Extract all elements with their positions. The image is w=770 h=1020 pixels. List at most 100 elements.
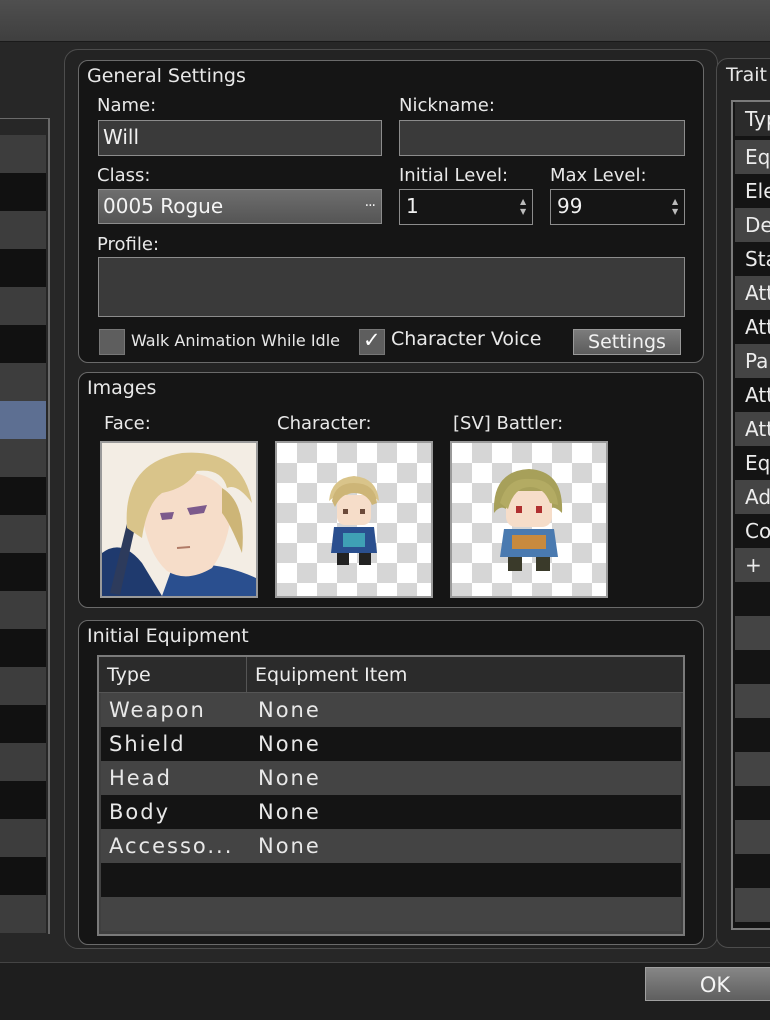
- trait-row[interactable]: [735, 650, 770, 684]
- name-field[interactable]: Will: [98, 120, 382, 156]
- traits-table[interactable]: Typ Eq Ele De Sta Att Att Pa Att Att Eq …: [731, 100, 770, 930]
- actor-list-row[interactable]: [0, 667, 46, 705]
- initial-equipment-title: Initial Equipment: [87, 625, 249, 647]
- actor-list-row[interactable]: [0, 173, 46, 211]
- trait-row[interactable]: Eq: [735, 140, 770, 174]
- equipment-type-cell: Accesso...: [109, 834, 234, 858]
- column-header-equipment-item[interactable]: Equipment Item: [247, 657, 407, 693]
- window-title-bar: [0, 0, 770, 42]
- trait-row[interactable]: [735, 684, 770, 718]
- trait-row[interactable]: De: [735, 208, 770, 242]
- trait-row[interactable]: Att: [735, 276, 770, 310]
- actor-list-row-selected[interactable]: [0, 401, 46, 439]
- class-label: Class:: [97, 165, 151, 186]
- column-header-type[interactable]: Typ: [735, 102, 770, 136]
- actor-list-row[interactable]: [0, 135, 46, 173]
- more-options-icon[interactable]: ···: [365, 190, 376, 222]
- table-row[interactable]: [101, 863, 681, 897]
- actor-list-row[interactable]: [0, 857, 46, 895]
- initial-level-stepper[interactable]: 1 ▲ ▼: [399, 189, 533, 225]
- battler-image[interactable]: [450, 441, 608, 598]
- stepper-arrows-icon[interactable]: ▲ ▼: [520, 197, 528, 217]
- trait-row[interactable]: [735, 854, 770, 888]
- trait-row[interactable]: Ele: [735, 174, 770, 208]
- trait-row[interactable]: Eq: [735, 446, 770, 480]
- table-row[interactable]: Accesso... None: [101, 829, 681, 863]
- table-row[interactable]: Body None: [101, 795, 681, 829]
- ok-button[interactable]: OK: [645, 967, 770, 1001]
- table-row[interactable]: Shield None: [101, 727, 681, 761]
- trait-row[interactable]: Att: [735, 378, 770, 412]
- actor-list-row[interactable]: [0, 705, 46, 743]
- traits-title: Trait: [726, 64, 767, 86]
- add-trait-row[interactable]: +: [735, 548, 770, 582]
- actor-list-row[interactable]: [0, 211, 46, 249]
- actor-list-row[interactable]: [0, 629, 46, 667]
- walk-animation-label: Walk Animation While Idle: [131, 331, 340, 350]
- equipment-type-cell: Head: [109, 766, 172, 790]
- actor-list-row[interactable]: [0, 439, 46, 477]
- actor-list-row[interactable]: [0, 553, 46, 591]
- nickname-field[interactable]: [399, 120, 685, 156]
- equipment-item-cell: None: [258, 766, 321, 790]
- max-level-stepper[interactable]: 99 ▲ ▼: [550, 189, 685, 225]
- trait-row[interactable]: Sta: [735, 242, 770, 276]
- face-portrait-icon: [102, 443, 256, 596]
- trait-row[interactable]: [735, 718, 770, 752]
- character-image[interactable]: [275, 441, 433, 598]
- equipment-item-cell: None: [258, 800, 321, 824]
- actor-list[interactable]: [0, 118, 50, 934]
- initial-level-value: 1: [406, 194, 419, 218]
- profile-textarea[interactable]: [98, 257, 685, 317]
- table-row[interactable]: [101, 897, 681, 931]
- general-settings-title: General Settings: [87, 65, 246, 87]
- trait-row[interactable]: [735, 888, 770, 922]
- table-row[interactable]: Head None: [101, 761, 681, 795]
- trait-row[interactable]: [735, 616, 770, 650]
- actor-list-row[interactable]: [0, 325, 46, 363]
- column-header-type[interactable]: Type: [99, 657, 247, 693]
- walk-animation-checkbox[interactable]: [99, 329, 125, 355]
- table-row[interactable]: Weapon None: [101, 693, 681, 727]
- actor-list-row[interactable]: [0, 477, 46, 515]
- stepper-arrows-icon[interactable]: ▲ ▼: [672, 197, 680, 217]
- actor-list-row[interactable]: [0, 249, 46, 287]
- name-label: Name:: [97, 95, 157, 116]
- equipment-table-header: Type Equipment Item: [99, 657, 683, 693]
- actor-list-row[interactable]: [0, 287, 46, 325]
- equipment-table[interactable]: Type Equipment Item Weapon None Shield N…: [97, 655, 685, 936]
- trait-row[interactable]: Co: [735, 514, 770, 548]
- battler-label: [SV] Battler:: [453, 413, 564, 434]
- initial-level-label: Initial Level:: [399, 165, 509, 186]
- trait-row[interactable]: Ad: [735, 480, 770, 514]
- settings-button[interactable]: Settings: [573, 329, 681, 355]
- actor-list-row[interactable]: [0, 743, 46, 781]
- trait-row[interactable]: Att: [735, 412, 770, 446]
- trait-row[interactable]: [735, 820, 770, 854]
- character-voice-checkbox[interactable]: ✓: [359, 328, 385, 355]
- class-value: 0005 Rogue: [103, 194, 224, 218]
- face-image[interactable]: [100, 441, 258, 598]
- actor-list-row[interactable]: [0, 781, 46, 819]
- equipment-item-cell: None: [258, 732, 321, 756]
- actor-list-row[interactable]: [0, 591, 46, 629]
- equipment-item-cell: None: [258, 834, 321, 858]
- nickname-label: Nickname:: [399, 95, 495, 116]
- trait-row[interactable]: [735, 582, 770, 616]
- trait-row[interactable]: Att: [735, 310, 770, 344]
- actor-list-row[interactable]: [0, 363, 46, 401]
- trait-row[interactable]: [735, 786, 770, 820]
- actor-list-row[interactable]: [0, 895, 46, 933]
- actor-list-row[interactable]: [0, 819, 46, 857]
- equipment-type-cell: Weapon: [109, 698, 206, 722]
- trait-row[interactable]: Pa: [735, 344, 770, 378]
- trait-row[interactable]: [735, 752, 770, 786]
- equipment-type-cell: Body: [109, 800, 171, 824]
- profile-label: Profile:: [97, 234, 160, 255]
- face-label: Face:: [104, 413, 151, 434]
- equipment-item-cell: None: [258, 698, 321, 722]
- actor-list-row[interactable]: [0, 515, 46, 553]
- character-sprite-icon: [329, 476, 379, 565]
- character-label: Character:: [277, 413, 372, 434]
- class-select[interactable]: 0005 Rogue ···: [98, 189, 382, 224]
